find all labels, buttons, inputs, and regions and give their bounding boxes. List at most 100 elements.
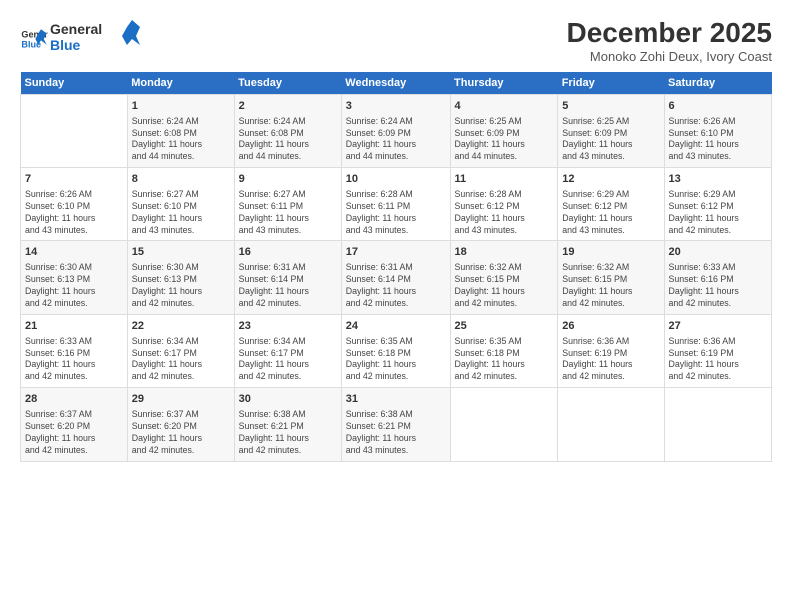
day-cell xyxy=(450,388,558,461)
day-number: 2 xyxy=(239,99,337,114)
day-info: Sunrise: 6:33 AMSunset: 6:16 PMDaylight:… xyxy=(25,336,123,384)
day-cell: 24 Sunrise: 6:35 AMSunset: 6:18 PMDayligh… xyxy=(341,314,450,387)
page: General Blue General Blue December 2025 … xyxy=(0,0,792,612)
day-cell: 27 Sunrise: 6:36 AMSunset: 6:19 PMDayligh… xyxy=(664,314,772,387)
col-header-tuesday: Tuesday xyxy=(234,72,341,95)
col-header-sunday: Sunday xyxy=(21,72,128,95)
day-info: Sunrise: 6:27 AMSunset: 6:10 PMDaylight:… xyxy=(132,189,230,237)
day-number: 24 xyxy=(346,319,446,334)
day-number: 3 xyxy=(346,99,446,114)
day-number: 1 xyxy=(132,99,230,114)
day-info: Sunrise: 6:26 AMSunset: 6:10 PMDaylight:… xyxy=(669,116,768,164)
day-cell: 8 Sunrise: 6:27 AMSunset: 6:10 PMDaylight… xyxy=(127,168,234,241)
day-cell: 14 Sunrise: 6:30 AMSunset: 6:13 PMDayligh… xyxy=(21,241,128,314)
day-number: 29 xyxy=(132,392,230,407)
day-number: 13 xyxy=(669,172,768,187)
logo-icon: General Blue xyxy=(20,25,48,53)
day-cell: 19Sunrise: 6:32 AMSunset: 6:15 PMDayligh… xyxy=(558,241,664,314)
day-info: Sunrise: 6:24 AMSunset: 6:09 PMDaylight:… xyxy=(346,116,446,164)
day-number: 15 xyxy=(132,245,230,260)
day-number: 6 xyxy=(669,99,768,114)
day-cell: 6 Sunrise: 6:26 AMSunset: 6:10 PMDaylight… xyxy=(664,94,772,167)
subtitle: Monoko Zohi Deux, Ivory Coast xyxy=(567,49,772,64)
day-number: 27 xyxy=(669,319,768,334)
week-row-1: 1 Sunrise: 6:24 AMSunset: 6:08 PMDaylight… xyxy=(21,94,772,167)
week-row-4: 21Sunrise: 6:33 AMSunset: 6:16 PMDayligh… xyxy=(21,314,772,387)
day-number: 12 xyxy=(562,172,659,187)
day-cell: 25Sunrise: 6:35 AMSunset: 6:18 PMDayligh… xyxy=(450,314,558,387)
day-info: Sunrise: 6:29 AMSunset: 6:12 PMDaylight:… xyxy=(562,189,659,237)
day-number: 10 xyxy=(346,172,446,187)
day-info: Sunrise: 6:25 AMSunset: 6:09 PMDaylight:… xyxy=(455,116,554,164)
calendar-table: SundayMondayTuesdayWednesdayThursdayFrid… xyxy=(20,72,772,462)
day-number: 30 xyxy=(239,392,337,407)
day-cell: 3 Sunrise: 6:24 AMSunset: 6:09 PMDaylight… xyxy=(341,94,450,167)
day-info: Sunrise: 6:28 AMSunset: 6:11 PMDaylight:… xyxy=(346,189,446,237)
day-cell: 1 Sunrise: 6:24 AMSunset: 6:08 PMDaylight… xyxy=(127,94,234,167)
day-info: Sunrise: 6:29 AMSunset: 6:12 PMDaylight:… xyxy=(669,189,768,237)
day-cell: 12 Sunrise: 6:29 AMSunset: 6:12 PMDayligh… xyxy=(558,168,664,241)
day-cell: 26 Sunrise: 6:36 AMSunset: 6:19 PMDayligh… xyxy=(558,314,664,387)
day-info: Sunrise: 6:34 AMSunset: 6:17 PMDaylight:… xyxy=(239,336,337,384)
day-cell: 4 Sunrise: 6:25 AMSunset: 6:09 PMDaylight… xyxy=(450,94,558,167)
day-cell xyxy=(21,94,128,167)
day-cell xyxy=(558,388,664,461)
day-cell: 28 Sunrise: 6:37 AMSunset: 6:20 PMDayligh… xyxy=(21,388,128,461)
day-info: Sunrise: 6:35 AMSunset: 6:18 PMDaylight:… xyxy=(455,336,554,384)
day-number: 9 xyxy=(239,172,337,187)
day-cell: 16Sunrise: 6:31 AMSunset: 6:14 PMDayligh… xyxy=(234,241,341,314)
day-number: 5 xyxy=(562,99,659,114)
svg-text:Blue: Blue xyxy=(50,37,81,53)
day-number: 18 xyxy=(455,245,554,260)
day-number: 20 xyxy=(669,245,768,260)
col-header-saturday: Saturday xyxy=(664,72,772,95)
calendar-header-row: SundayMondayTuesdayWednesdayThursdayFrid… xyxy=(21,72,772,95)
day-cell: 2Sunrise: 6:24 AMSunset: 6:08 PMDaylight… xyxy=(234,94,341,167)
day-cell: 22 Sunrise: 6:34 AMSunset: 6:17 PMDayligh… xyxy=(127,314,234,387)
day-cell: 18Sunrise: 6:32 AMSunset: 6:15 PMDayligh… xyxy=(450,241,558,314)
day-cell: 20Sunrise: 6:33 AMSunset: 6:16 PMDayligh… xyxy=(664,241,772,314)
day-cell: 9 Sunrise: 6:27 AMSunset: 6:11 PMDaylight… xyxy=(234,168,341,241)
day-info: Sunrise: 6:36 AMSunset: 6:19 PMDaylight:… xyxy=(562,336,659,384)
day-info: Sunrise: 6:35 AMSunset: 6:18 PMDaylight:… xyxy=(346,336,446,384)
day-number: 16 xyxy=(239,245,337,260)
day-number: 22 xyxy=(132,319,230,334)
col-header-monday: Monday xyxy=(127,72,234,95)
day-number: 28 xyxy=(25,392,123,407)
day-cell: 7Sunrise: 6:26 AMSunset: 6:10 PMDaylight… xyxy=(21,168,128,241)
day-cell: 10 Sunrise: 6:28 AMSunset: 6:11 PMDayligh… xyxy=(341,168,450,241)
day-cell: 29Sunrise: 6:37 AMSunset: 6:20 PMDayligh… xyxy=(127,388,234,461)
day-cell: 5 Sunrise: 6:25 AMSunset: 6:09 PMDaylight… xyxy=(558,94,664,167)
day-info: Sunrise: 6:24 AMSunset: 6:08 PMDaylight:… xyxy=(132,116,230,164)
day-cell: 31Sunrise: 6:38 AMSunset: 6:21 PMDayligh… xyxy=(341,388,450,461)
day-number: 31 xyxy=(346,392,446,407)
week-row-5: 28 Sunrise: 6:37 AMSunset: 6:20 PMDayligh… xyxy=(21,388,772,461)
day-number: 14 xyxy=(25,245,123,260)
day-info: Sunrise: 6:30 AMSunset: 6:13 PMDaylight:… xyxy=(25,262,123,310)
day-info: Sunrise: 6:36 AMSunset: 6:19 PMDaylight:… xyxy=(669,336,768,384)
day-info: Sunrise: 6:25 AMSunset: 6:09 PMDaylight:… xyxy=(562,116,659,164)
day-cell: 17 Sunrise: 6:31 AMSunset: 6:14 PMDayligh… xyxy=(341,241,450,314)
day-number: 8 xyxy=(132,172,230,187)
day-cell: 11 Sunrise: 6:28 AMSunset: 6:12 PMDayligh… xyxy=(450,168,558,241)
logo-svg: General Blue xyxy=(50,18,140,54)
day-info: Sunrise: 6:27 AMSunset: 6:11 PMDaylight:… xyxy=(239,189,337,237)
day-number: 26 xyxy=(562,319,659,334)
week-row-3: 14 Sunrise: 6:30 AMSunset: 6:13 PMDayligh… xyxy=(21,241,772,314)
day-cell xyxy=(664,388,772,461)
day-number: 17 xyxy=(346,245,446,260)
day-number: 11 xyxy=(455,172,554,187)
day-info: Sunrise: 6:31 AMSunset: 6:14 PMDaylight:… xyxy=(346,262,446,310)
day-cell: 15 Sunrise: 6:30 AMSunset: 6:13 PMDayligh… xyxy=(127,241,234,314)
day-cell: 30Sunrise: 6:38 AMSunset: 6:21 PMDayligh… xyxy=(234,388,341,461)
day-info: Sunrise: 6:28 AMSunset: 6:12 PMDaylight:… xyxy=(455,189,554,237)
day-info: Sunrise: 6:34 AMSunset: 6:17 PMDaylight:… xyxy=(132,336,230,384)
day-info: Sunrise: 6:37 AMSunset: 6:20 PMDaylight:… xyxy=(25,409,123,457)
day-cell: 21Sunrise: 6:33 AMSunset: 6:16 PMDayligh… xyxy=(21,314,128,387)
day-number: 4 xyxy=(455,99,554,114)
col-header-thursday: Thursday xyxy=(450,72,558,95)
svg-text:General: General xyxy=(50,21,102,37)
day-cell: 23Sunrise: 6:34 AMSunset: 6:17 PMDayligh… xyxy=(234,314,341,387)
day-number: 19 xyxy=(562,245,659,260)
day-info: Sunrise: 6:30 AMSunset: 6:13 PMDaylight:… xyxy=(132,262,230,310)
